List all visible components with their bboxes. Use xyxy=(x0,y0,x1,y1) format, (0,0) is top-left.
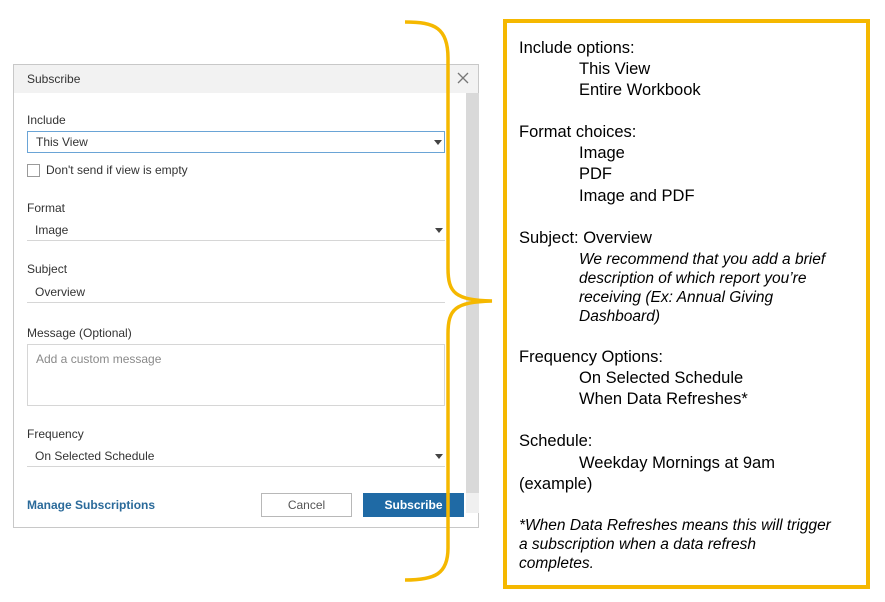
footnote: completes. xyxy=(519,555,594,572)
subject-note: We recommend that you add a brief xyxy=(579,251,826,268)
subject-note: receiving (Ex: Annual Giving xyxy=(579,289,774,306)
format-select-value: Image xyxy=(35,223,69,237)
subject-input-value: Overview xyxy=(35,285,86,299)
frequency-option-item: On Selected Schedule xyxy=(579,369,744,387)
include-option-item: This View xyxy=(579,60,651,78)
format-choice-item: Image and PDF xyxy=(579,187,695,205)
cancel-button[interactable]: Cancel xyxy=(261,493,352,517)
subject-heading: Subject: Overview xyxy=(519,229,652,247)
dont-send-checkbox[interactable] xyxy=(27,164,40,177)
include-options-heading: Include options: xyxy=(519,39,635,57)
format-label: Format xyxy=(27,201,66,215)
frequency-option-item: When Data Refreshes* xyxy=(579,390,748,408)
format-select[interactable]: Image xyxy=(27,219,445,241)
include-option-item: Entire Workbook xyxy=(579,81,701,99)
frequency-select[interactable]: On Selected Schedule xyxy=(27,445,445,467)
subject-input[interactable]: Overview xyxy=(27,281,445,303)
schedule-example-note: (example) xyxy=(519,475,593,493)
curly-brace-graphic xyxy=(404,20,493,582)
schedule-example: Weekday Mornings at 9am xyxy=(579,454,775,472)
subject-note: description of which report you’re xyxy=(579,270,807,287)
format-choice-item: PDF xyxy=(579,165,612,183)
frequency-label: Frequency xyxy=(27,427,84,441)
subject-note: Dashboard) xyxy=(579,308,660,325)
message-placeholder: Add a custom message xyxy=(36,352,162,366)
dialog-title: Subscribe xyxy=(27,72,81,86)
format-choices-heading: Format choices: xyxy=(519,123,637,141)
subject-label: Subject xyxy=(27,262,68,276)
include-label: Include xyxy=(27,113,66,127)
message-textarea[interactable]: Add a custom message xyxy=(27,344,445,406)
dont-send-label: Don't send if view is empty xyxy=(46,163,188,177)
notes-panel: Include options: This View Entire Workbo… xyxy=(503,19,870,589)
frequency-select-value: On Selected Schedule xyxy=(35,449,155,463)
schedule-heading: Schedule: xyxy=(519,432,593,450)
manage-subscriptions-link[interactable]: Manage Subscriptions xyxy=(27,498,155,512)
footnote: *When Data Refreshes means this will tri… xyxy=(519,517,831,534)
footnote: a subscription when a data refresh xyxy=(519,536,756,553)
format-choice-item: Image xyxy=(579,144,625,162)
message-label: Message (Optional) xyxy=(27,326,132,340)
frequency-options-heading: Frequency Options: xyxy=(519,348,663,366)
include-select[interactable]: This View xyxy=(27,131,445,153)
include-select-value: This View xyxy=(36,135,88,149)
